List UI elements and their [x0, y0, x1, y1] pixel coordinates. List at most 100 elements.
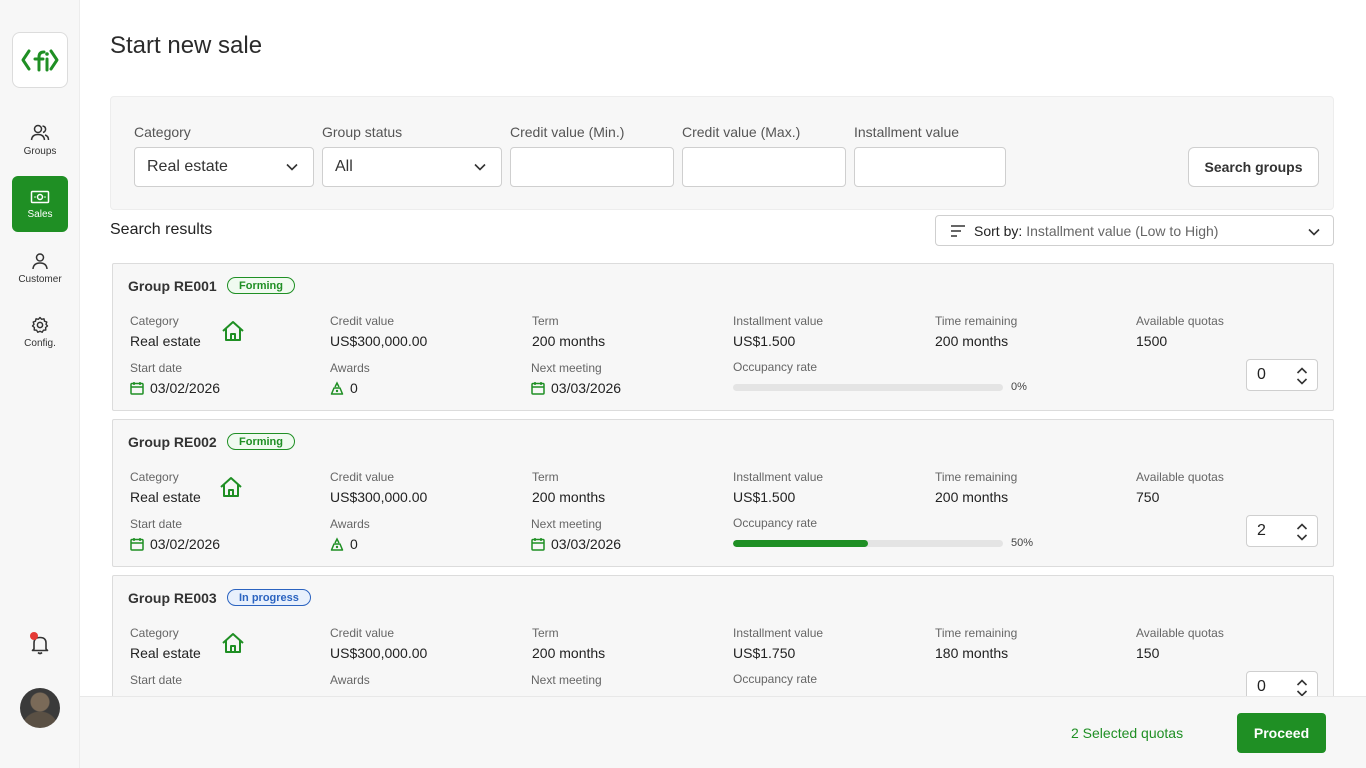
field-label: Credit value [330, 626, 395, 640]
sort-select[interactable]: Sort by: Installment value (Low to High) [935, 215, 1334, 246]
field-value: Real estate [130, 489, 201, 505]
award-icon [330, 381, 344, 395]
search-groups-button[interactable]: Search groups [1188, 147, 1319, 187]
occupancy-bar [733, 384, 1003, 391]
field-label: Category [130, 470, 179, 484]
start-date-field: Start date [130, 673, 182, 687]
stepper-arrows-icon[interactable] [1296, 679, 1308, 696]
available-quotas-field: Available quotas 150 [1136, 626, 1224, 661]
start-date-value: 03/02/2026 [150, 380, 221, 396]
group-title: Group RE002 [128, 434, 217, 450]
field-label: Awards [330, 517, 370, 531]
house-icon [220, 477, 242, 497]
stepper-arrows-icon[interactable] [1296, 523, 1308, 541]
quantity-value: 0 [1257, 366, 1266, 383]
field-value: 150 [1136, 645, 1160, 661]
stepper-arrows-icon[interactable] [1296, 367, 1308, 385]
group-title: Group RE003 [128, 590, 217, 606]
quantity-stepper[interactable]: 0 [1246, 359, 1318, 391]
installment-input[interactable] [854, 147, 1006, 187]
field-value: 200 months [935, 333, 1009, 349]
field-label: Next meeting [531, 517, 602, 531]
category-select-value: Real estate [147, 158, 228, 175]
field-value: US$1.750 [733, 645, 796, 661]
start-date-field: Start date 03/02/2026 [130, 517, 220, 552]
field-value: US$1.500 [733, 489, 796, 505]
chevron-down-icon [474, 163, 486, 171]
field-value: 750 [1136, 489, 1160, 505]
field-label: Credit value [330, 314, 395, 328]
sidebar-item-sales[interactable]: Sales [12, 176, 68, 232]
sidebar-item-label: Config. [24, 337, 56, 349]
field-label: Available quotas [1136, 626, 1224, 640]
field-value: US$1.500 [733, 333, 796, 349]
group-card: Group RE002 Forming Category Real estate… [112, 419, 1334, 567]
sidebar-item-label: Groups [23, 145, 57, 157]
bottom-action-bar: 2 Selected quotas Proceed [80, 696, 1366, 768]
field-value: 200 months [532, 333, 606, 349]
sort-value: Installment value (Low to High) [1026, 222, 1219, 239]
field-value: 03/03/2026 [531, 536, 621, 552]
sidebar-item-groups[interactable]: Groups [12, 112, 68, 168]
money-icon [30, 190, 50, 203]
field-label: Credit value [330, 470, 395, 484]
occupancy-percent: 50% [1011, 537, 1034, 549]
sidebar-item-customer[interactable]: Customer [12, 240, 68, 296]
next-meeting-value: 03/03/2026 [551, 380, 622, 396]
avatar[interactable] [20, 688, 60, 728]
category-field: Category Real estate [130, 314, 201, 349]
term-field: Term 200 months [532, 470, 605, 505]
credit-min-label: Credit value (Min.) [510, 124, 625, 140]
field-label: Awards [330, 361, 370, 375]
sort-key-label: Sort by: [974, 222, 1023, 239]
page-title: Start new sale [110, 32, 263, 59]
quantity-stepper[interactable]: 0 [1246, 671, 1318, 696]
credit-max-input[interactable] [682, 147, 846, 187]
time-remaining-field: Time remaining 200 months [935, 314, 1017, 349]
app-logo[interactable] [12, 32, 68, 88]
field-label: Occupancy rate [733, 672, 818, 686]
results-list: Group RE001 Forming Category Real estate… [110, 262, 1336, 696]
house-icon [222, 633, 244, 653]
proceed-button[interactable]: Proceed [1237, 713, 1326, 753]
credit-value-field: Credit value US$300,000.00 [330, 470, 427, 505]
credit-min-input[interactable] [510, 147, 674, 187]
field-label: Term [532, 626, 559, 640]
available-quotas-field: Available quotas 750 [1136, 470, 1224, 505]
occupancy-field: Occupancy rate [733, 516, 817, 530]
field-label: Available quotas [1136, 470, 1224, 484]
field-label: Time remaining [935, 626, 1018, 640]
users-icon [30, 124, 50, 140]
sidebar-item-config[interactable]: Config. [12, 304, 68, 360]
next-meeting-field: Next meeting [531, 673, 602, 687]
field-label: Next meeting [531, 673, 602, 687]
next-meeting-field: Next meeting 03/03/2026 [531, 517, 621, 552]
term-field: Term 200 months [532, 314, 605, 349]
quantity-stepper[interactable]: 2 [1246, 515, 1318, 547]
notification-dot [30, 632, 38, 640]
gear-icon [31, 316, 49, 333]
group-status-select[interactable]: All [322, 147, 502, 187]
status-badge: In progress [227, 589, 311, 606]
field-label: Occupancy rate [733, 516, 818, 530]
field-label: Term [532, 314, 559, 328]
available-quotas-field: Available quotas 1500 [1136, 314, 1224, 349]
group-status-select-value: All [335, 158, 353, 175]
field-label: Installment value [733, 314, 824, 328]
field-value: 200 months [935, 489, 1009, 505]
calendar-icon [531, 382, 545, 395]
field-label: Category [130, 314, 179, 328]
field-value: 03/03/2026 [531, 380, 621, 396]
field-value: 200 months [532, 489, 606, 505]
filters-panel: Category Real estate Group status All Cr… [110, 96, 1334, 210]
award-icon [330, 537, 344, 551]
occupancy-field: Occupancy rate [733, 360, 817, 374]
field-label: Category [130, 626, 179, 640]
category-select[interactable]: Real estate [134, 147, 314, 187]
notifications-button[interactable] [28, 632, 52, 656]
group-card: Group RE003 In progress Category Real es… [112, 575, 1334, 696]
logo-icon [21, 49, 59, 72]
chevron-down-icon [286, 163, 298, 171]
group-status-filter-label: Group status [322, 124, 403, 140]
field-label: Awards [330, 673, 370, 687]
